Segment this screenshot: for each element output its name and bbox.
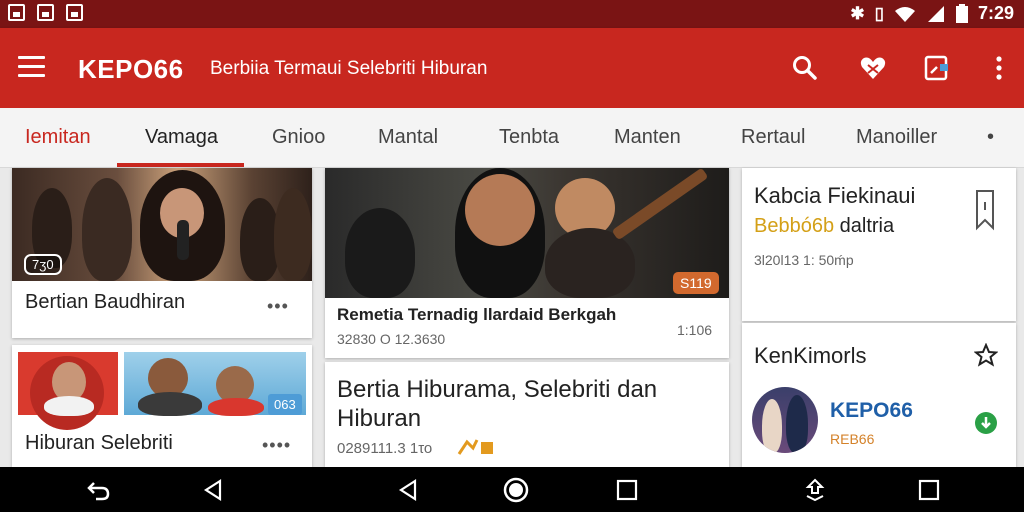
star-icon[interactable] [974,343,998,367]
news-card[interactable]: 7ʒ0 Bertian Baudhiran ••• [12,168,312,338]
category-tabs: Iemitan Vamaga Gnioo Mantal Tenbta Mante… [0,108,1024,168]
duration-badge: S119 [673,272,719,294]
home-icon[interactable] [501,475,531,505]
card-title: Bertian Baudhiran [25,291,186,313]
more-options-icon[interactable]: •••• [262,435,291,456]
channel-handle: REB66 [830,431,875,447]
group-thumbnail[interactable]: 063 [124,352,306,416]
wifi-icon [894,6,915,22]
share-icon[interactable] [800,475,830,505]
tab-gnioo[interactable]: Gnioo [272,126,325,149]
image-notification-icon [37,4,54,21]
card-title: Hiburan Selebriti [25,432,173,454]
duration-badge: 7ʒ0 [24,254,62,275]
back-icon[interactable] [198,475,228,505]
channel-name: KEPO66 [830,399,913,422]
card-title: KenKimorls [754,343,867,368]
back-icon[interactable] [393,475,423,505]
channel-card[interactable]: KenKimorls KEPO66 REB66 [742,323,1016,467]
tab-manten[interactable]: Manten [614,126,681,149]
tab-indicator [117,163,244,167]
system-icons: ✱ ▯ 7:29 [850,3,1014,24]
battery-icon [955,4,968,23]
signal-icon [927,5,944,22]
tab-manoiller[interactable]: Manoiller [856,126,937,149]
tab-mantal[interactable]: Mantal [378,126,438,149]
guitar [611,168,709,241]
card-meta: 0289111.3 1το [337,440,433,457]
favorite-icon[interactable] [857,52,889,84]
card-title-line-2: Hiburan [337,405,422,432]
featured-news-card[interactable]: S119 Remetia Ternadig llardaid Berkgah 3… [325,168,729,358]
channel-avatar[interactable] [752,387,818,453]
microphone [177,220,189,260]
cast-icon[interactable] [921,52,953,84]
card-meta: 3l20l13 1: 50ḿp [754,252,854,268]
gallery-notification-icon [8,4,25,21]
more-options-icon[interactable]: ••• [267,296,289,317]
card-title: Kabcia Fiekinaui [754,183,916,208]
performer-thumbnail[interactable]: S119 [325,168,729,298]
menu-icon[interactable] [18,56,45,78]
card-title: Remetia Ternadig llardaid Berkgah [337,305,617,324]
host-thumbnail[interactable] [18,352,118,430]
card-meta: 32830 O 12.3630 [337,331,446,347]
vibrate-icon: ▯ [874,3,884,23]
photo-notification-icon [66,4,83,21]
trending-icon [457,439,493,455]
bookmark-icon[interactable] [974,188,996,232]
news-card[interactable]: 063 Hiburan Selebriti •••• [12,345,312,467]
system-nav-bar [0,467,1024,512]
recents-icon[interactable] [612,475,642,505]
singer-thumbnail[interactable]: 7ʒ0 [12,168,312,281]
verified-icon [975,412,997,434]
more-vert-icon[interactable] [983,52,1015,84]
search-icon[interactable] [789,52,821,84]
count-badge: 063 [268,394,302,415]
highlight-text: Bebbó6b [754,215,835,237]
card-duration: 1:106 [677,322,713,338]
tab-tenbta[interactable]: Tenbta [499,126,559,149]
tab-rertaul[interactable]: Rertaul [741,126,805,149]
article-card[interactable]: Kabcia Fiekinaui Bebbó6b daltria 3l20l13… [742,168,1016,321]
tab-vamaga[interactable]: Vamaga [145,126,218,149]
bluetooth-icon: ✱ [850,3,865,23]
undo-icon[interactable] [84,475,114,505]
app-title: KEPO66 [78,54,184,84]
card-subtitle: Bebbó6b daltria [754,215,894,238]
card-title-line-1: Bertia Hiburama, Selebriti dan [337,376,658,403]
app-subtitle: Berbiia Termaui Selebriti Hiburan [210,58,488,79]
clock-text: 7:29 [977,3,1014,23]
app-bar: KEPO66 Berbiia Termaui Selebriti Hiburan [0,28,1024,108]
tab-iemitan[interactable]: Iemitan [25,126,91,149]
tab-overflow[interactable]: • [987,126,994,149]
status-bar: ✱ ▯ 7:29 [0,0,1024,28]
recents-icon[interactable] [914,475,944,505]
notification-icons [8,4,83,21]
news-card[interactable]: Bertia Hiburama, Selebriti dan Hiburan 0… [325,362,729,467]
subtitle-text: daltria [834,215,895,237]
